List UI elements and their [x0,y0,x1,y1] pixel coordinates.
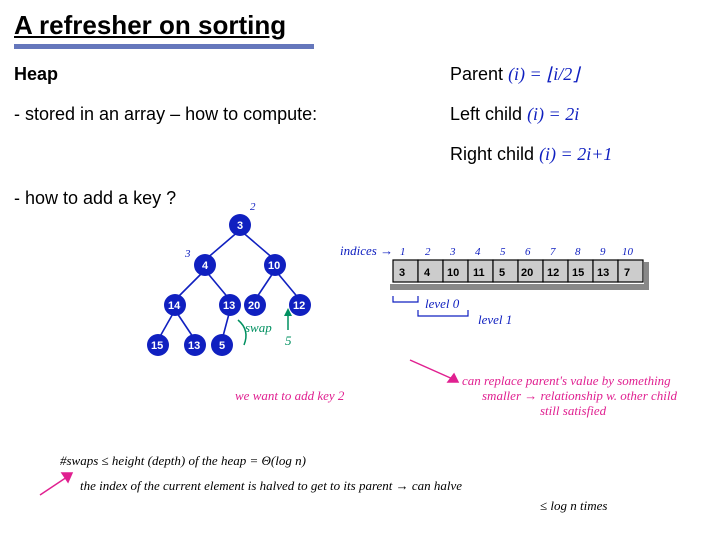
swaps-line: #swaps ≤ height (depth) of the heap = Θ(… [60,453,306,468]
arr-8: 13 [597,267,609,279]
arr-2: 10 [447,267,459,279]
swap-label: swap [245,320,272,335]
tree-node-7: 15 [151,340,163,352]
indices-label: indices → [340,243,393,258]
tree-side-label: 3 [184,248,191,260]
tree-node-6: 12 [293,300,305,312]
replace-note-1: can replace parent's value by something [462,373,671,388]
tree-node-8: 13 [188,340,200,352]
idx-5: 5 [500,246,506,258]
arr-9: 7 [624,267,630,279]
arr-0: 3 [399,267,405,279]
arr-3: 11 [473,267,485,279]
tree-node-3: 14 [168,300,181,312]
idx-9: 9 [600,246,606,258]
arr-1: 4 [424,267,431,279]
level1-label: level 1 [478,312,512,327]
arr-4: 5 [499,267,505,279]
arr-7: 15 [572,267,584,279]
replace-note-2: smaller → relationship w. other child [482,388,677,403]
tree-node-0: 3 [237,220,243,232]
idx-4: 4 [475,246,481,258]
idx-10: 10 [622,246,634,258]
tree-root-label: 2 [250,201,256,213]
replace-note-3: still satisfied [540,403,607,418]
idx-3: 3 [449,246,456,258]
tree-node-9: 5 [219,340,225,352]
halved-line: the index of the current element is halv… [80,478,462,493]
tree-node-1: 4 [202,260,209,272]
level0-label: level 0 [425,296,460,311]
idx-1: 1 [400,246,406,258]
halved-tail: ≤ log n times [540,498,607,513]
tree-node-5: 20 [248,300,260,312]
heap-tree-diagram: 3 4 10 14 13 20 12 15 13 5 2 3 swap 5 in… [0,0,720,540]
five-label: 5 [285,333,292,348]
idx-2: 2 [425,246,431,258]
idx-6: 6 [525,246,531,258]
idx-7: 7 [550,246,556,258]
tree-node-4: 13 [223,300,235,312]
tree-node-2: 10 [268,260,280,272]
arr-5: 20 [521,267,533,279]
addkey2-note: we want to add key 2 [235,388,345,403]
arr-6: 12 [547,267,559,279]
idx-8: 8 [575,246,581,258]
